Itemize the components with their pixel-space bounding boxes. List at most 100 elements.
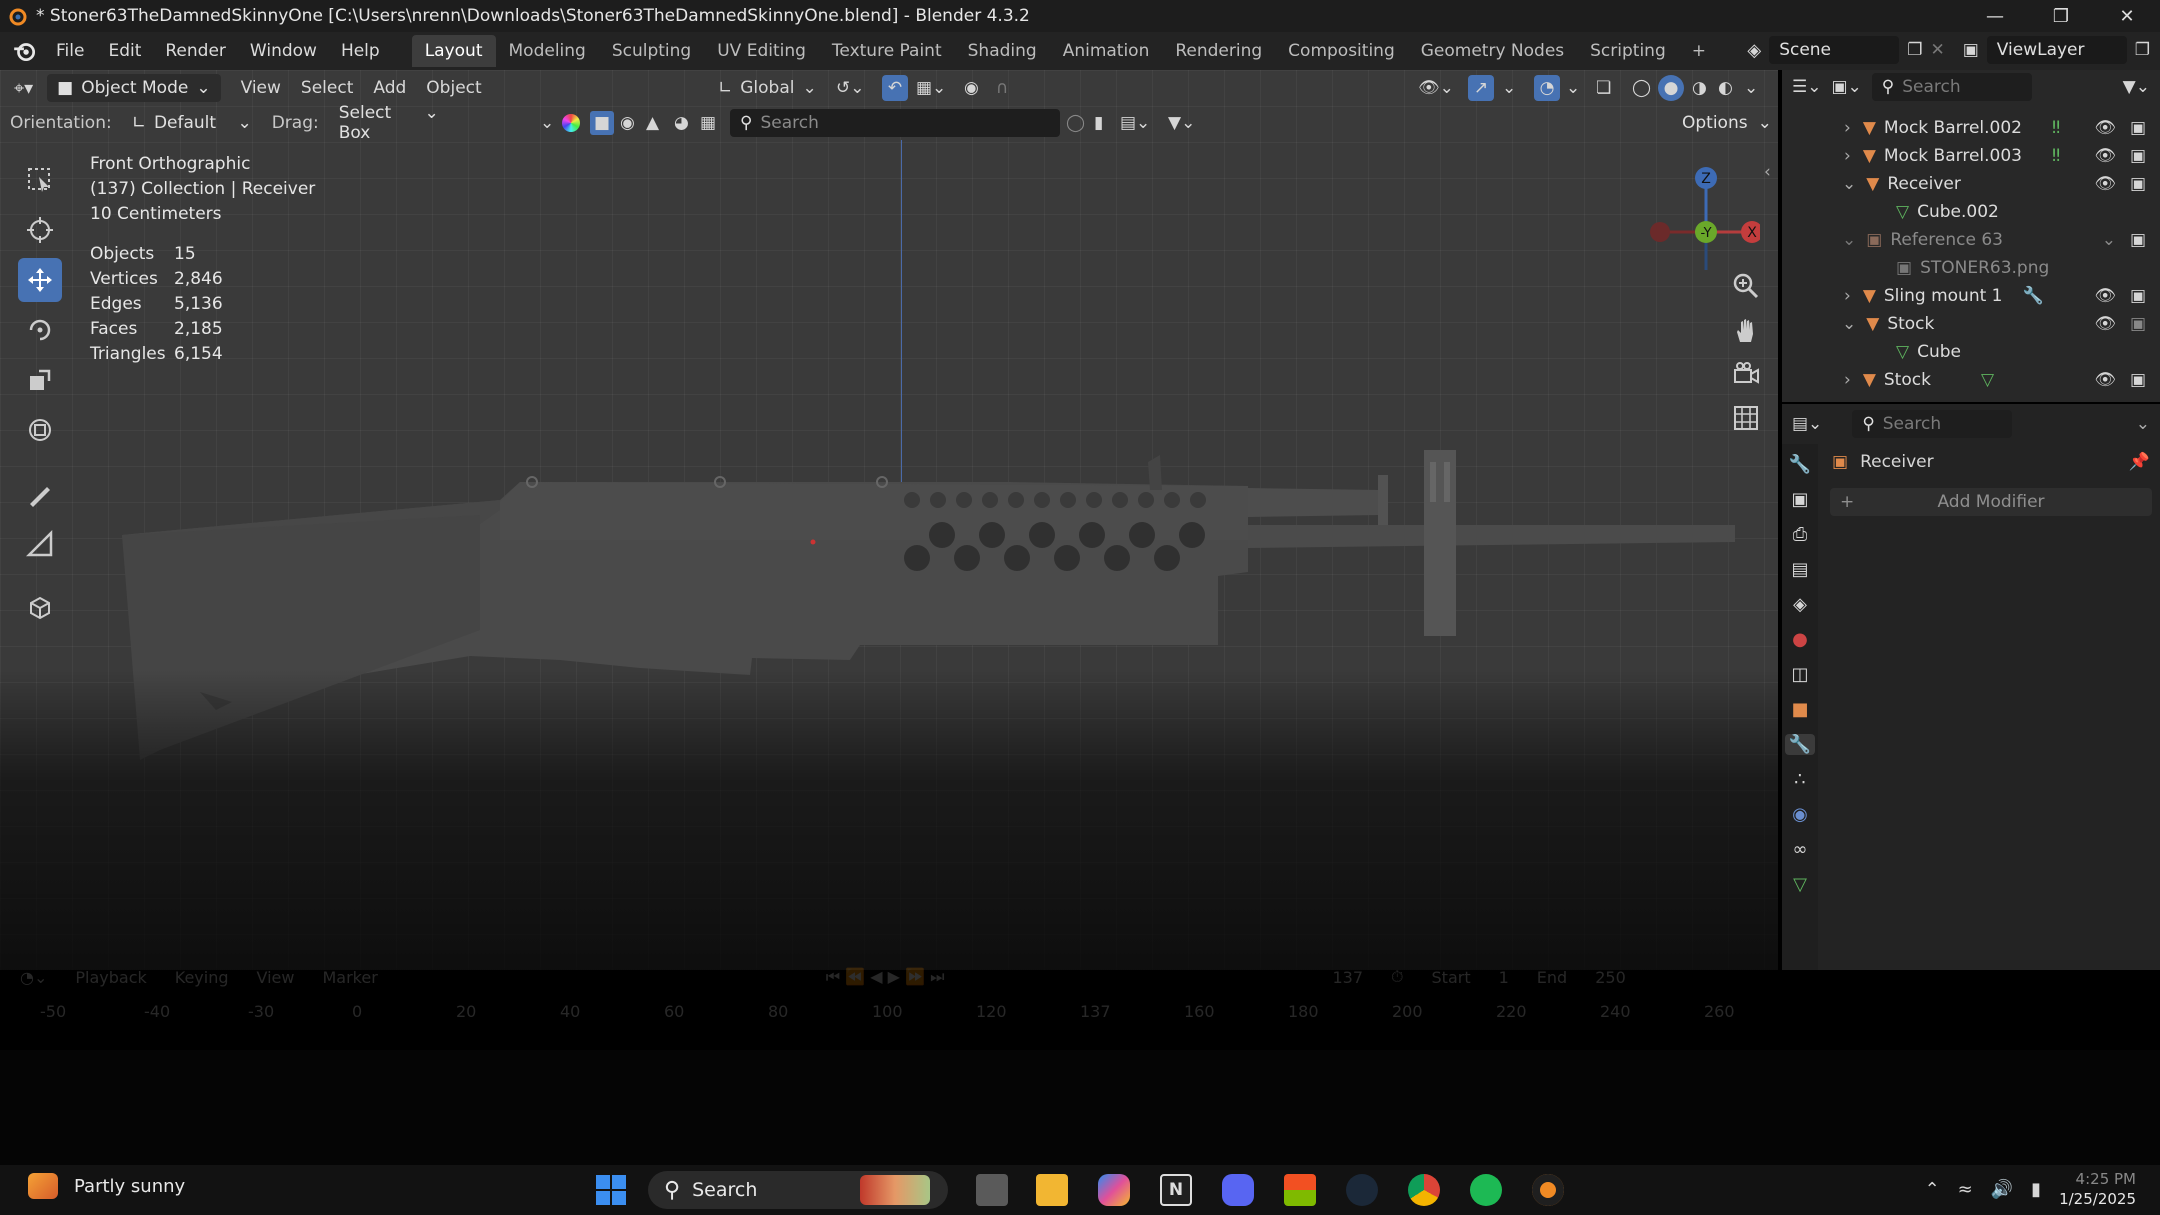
view-layer-field[interactable]: ViewLayer [1986,36,2127,64]
collapse-arrow-icon[interactable]: ⌄ [1842,174,1856,194]
restore-button[interactable]: ❐ [2028,0,2094,32]
visibility-eye-icon[interactable]: 👁 [2094,174,2116,194]
outliner-item[interactable]: › ▼ Mock Barrel.003 ‼ 👁 ▣ [1782,142,2160,170]
physics-tab-icon[interactable]: ◉ [1792,804,1808,825]
properties-editor-icon[interactable]: ▤⌄ [1792,414,1822,434]
outliner-item[interactable]: › ▼ Sling mount 1 🔧 👁 ▣ [1782,282,2160,310]
constraints-tab-icon[interactable]: ∞ [1793,839,1808,860]
tab-compositing[interactable]: Compositing [1275,35,1408,67]
ortho-grid-icon[interactable] [1730,402,1762,434]
gizmo-neg-x-icon[interactable] [1650,222,1670,242]
visibility-eye-icon[interactable]: 👁 [2094,146,2116,166]
output-tab-icon[interactable]: ⎙ [1793,524,1807,545]
outliner-item[interactable]: ⌄ ▼ Stock 👁 ▣ [1782,310,2160,338]
properties-search-input[interactable]: ⚲ Search [1852,410,2013,438]
timeline-keying-menu[interactable]: Keying [175,968,229,987]
scene-field[interactable]: Scene [1769,36,1900,64]
clock[interactable]: 4:25 PM 1/25/2025 [2059,1169,2136,1209]
visibility-eye-icon[interactable]: 👁 [2094,118,2116,138]
outliner-item[interactable]: ⌄ ▣ Reference 63 ⌄ ▣ [1782,226,2160,254]
timeline-view-menu[interactable]: View [257,968,295,987]
minimize-button[interactable]: — [1962,0,2028,32]
wifi-icon[interactable]: ≈ [1958,1179,1973,1200]
pan-hand-icon[interactable] [1730,314,1762,346]
render-camera-icon[interactable]: ▣ [2130,286,2146,306]
current-frame-field[interactable]: 137 [1332,968,1363,987]
menu-file[interactable]: File [44,41,96,61]
expand-arrow-icon[interactable]: › [1844,146,1851,166]
collapse-arrow-icon[interactable]: ⌄ [1842,314,1856,334]
menu-edit[interactable]: Edit [96,41,153,61]
render-camera-icon[interactable]: ▣ [2130,118,2146,138]
outliner-item[interactable]: ▽ Cube.002 [1782,198,2160,226]
expand-arrow-icon[interactable]: › [1844,286,1851,306]
tab-uv-editing[interactable]: UV Editing [704,35,819,67]
view-layer-tab-icon[interactable]: ▤ [1791,559,1808,580]
file-explorer-icon[interactable] [1036,1174,1068,1206]
store-icon[interactable] [1284,1174,1316,1206]
outliner-item[interactable]: › ▼ Mock Barrel.002 ‼ 👁 ▣ [1782,114,2160,142]
new-scene-icon[interactable]: ❐ [1907,40,1922,60]
spotify-icon[interactable] [1470,1174,1502,1206]
timeline-marker-menu[interactable]: Marker [322,968,377,987]
render-tab-icon[interactable]: ▣ [1791,489,1808,510]
outliner-item[interactable]: ⌄ ▼ Receiver 👁 ▣ [1782,170,2160,198]
navigation-gizmo[interactable]: Z -Y X [1640,150,1760,270]
volume-icon[interactable]: 🔊 [1991,1179,2013,1200]
modifier-tab-icon[interactable]: 🔧 [1785,734,1815,755]
start-icon[interactable] [596,1175,626,1205]
add-modifier-button[interactable]: + Add Modifier [1830,488,2152,516]
collapse-arrow-icon[interactable]: ⌄ [1842,230,1856,250]
outliner-item[interactable]: ▽ Cube [1782,338,2160,366]
tab-layout[interactable]: Layout [411,35,496,67]
tab-texture-paint[interactable]: Texture Paint [819,35,955,67]
blender-menu-icon[interactable] [12,38,38,64]
render-camera-icon[interactable]: ▣ [2130,146,2146,166]
filter-icon[interactable]: ▼⌄ [2123,77,2150,97]
chevron-up-icon[interactable]: ⌃ [1925,1179,1940,1200]
taskbar-search-input[interactable]: ⚲ Search [648,1171,948,1209]
object-name[interactable]: Receiver [1860,452,1934,472]
chevron-down-icon[interactable]: ⌄ [2136,414,2150,434]
timeline-editor[interactable]: ◔⌄ Playback Keying View Marker ⏮ ⏪ ◀ ▶ ⏩… [0,960,1778,1050]
render-camera-icon[interactable]: ▣ [2130,230,2146,250]
menu-window[interactable]: Window [238,41,329,61]
battery-icon[interactable]: ▮ [2031,1179,2041,1200]
play-controls[interactable]: ⏮ ⏪ ◀ ▶ ⏩ ⏭ [826,967,945,987]
zoom-icon[interactable] [1730,270,1762,302]
outliner-editor-icon[interactable]: ☰⌄ [1792,77,1821,97]
camera-view-icon[interactable] [1730,358,1762,390]
scene-icon[interactable]: ◈ [1747,40,1761,61]
timeline-playback-menu[interactable]: Playback [75,968,146,987]
outliner-item[interactable]: › ▼ Stock ▽ 👁 ▣ [1782,366,2160,394]
end-field[interactable]: 250 [1595,968,1626,987]
start-field[interactable]: 1 [1499,968,1509,987]
particles-tab-icon[interactable]: ∴ [1794,769,1805,790]
collection-tab-icon[interactable]: ◫ [1791,664,1808,685]
world-tab-icon[interactable]: ● [1792,629,1808,650]
display-mode-icon[interactable]: ▣⌄ [1831,77,1861,97]
tab-rendering[interactable]: Rendering [1162,35,1275,67]
tab-modeling[interactable]: Modeling [496,35,599,67]
scene-tab-icon[interactable]: ◈ [1793,594,1807,615]
tab-sculpting[interactable]: Sculpting [599,35,704,67]
render-camera-icon[interactable]: ▣ [2130,314,2146,334]
add-workspace-button[interactable]: + [1679,35,1719,67]
blender-taskbar-icon[interactable] [1532,1174,1564,1206]
copilot-icon[interactable] [1098,1174,1130,1206]
discord-icon[interactable] [1222,1174,1254,1206]
3d-viewport[interactable]: ⌖▾ ■ Object Mode ⌄ View Select Add Objec… [0,70,1778,970]
outliner-search-input[interactable]: ⚲ Search [1871,73,2032,101]
chrome-icon[interactable] [1408,1174,1440,1206]
tab-shading[interactable]: Shading [955,35,1050,67]
weather-widget[interactable]: Partly sunny [28,1173,185,1199]
tab-animation[interactable]: Animation [1050,35,1163,67]
view-layer-icon[interactable]: ▣ [1963,40,1979,60]
menu-help[interactable]: Help [329,41,392,61]
sidebar-toggle-icon[interactable]: ‹ [1764,162,1771,182]
visibility-eye-icon[interactable]: 👁 [2094,370,2116,390]
tab-geometry-nodes[interactable]: Geometry Nodes [1408,35,1577,67]
menu-render[interactable]: Render [153,41,238,61]
notion-icon[interactable]: N [1160,1174,1192,1206]
object-tab-icon[interactable]: ■ [1791,699,1808,720]
